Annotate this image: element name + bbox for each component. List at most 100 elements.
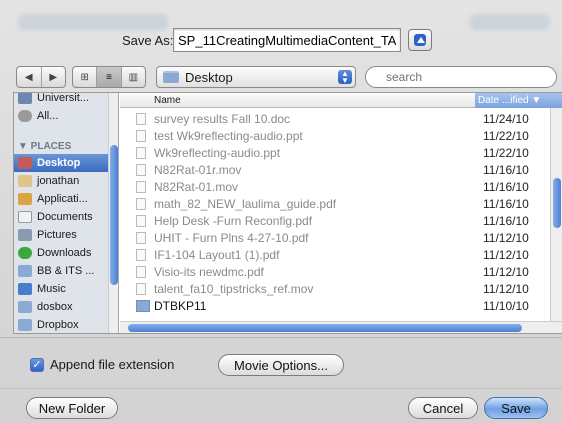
filename-input[interactable] <box>173 28 401 52</box>
popup-arrows-icon: ▲ ▼ <box>338 70 352 85</box>
folder-icon <box>18 319 32 331</box>
file-name: Visio-its newdmc.pdf <box>154 265 264 279</box>
document-icon <box>136 198 146 210</box>
sidebar-item-music[interactable]: Music <box>14 280 118 298</box>
file-name: Wk9reflecting-audio.ppt <box>154 146 281 160</box>
disclosure-up-icon <box>417 37 425 43</box>
file-list-vertical-scrollbar[interactable] <box>550 108 562 321</box>
save-as-label: Save As: <box>122 33 174 48</box>
back-arrow-icon: ◀ <box>24 71 33 83</box>
file-row[interactable]: UHIT - Furn Plns 4-27-10.pdf 11/12/10 <box>120 230 550 246</box>
date-column-header[interactable]: Date ...ified ▼ <box>475 93 562 108</box>
location-label: Desktop <box>185 69 233 85</box>
vertical-scroll-thumb[interactable] <box>553 178 561 228</box>
save-button[interactable]: Save <box>484 397 548 419</box>
file-name: test Wk9reflecting-audio.ppt <box>154 129 303 143</box>
forward-button[interactable]: ▶ <box>42 67 66 87</box>
append-extension-option[interactable]: ✓ Append file extension <box>30 357 174 372</box>
file-row[interactable]: survey results Fall 10.doc 11/24/10 <box>120 111 550 127</box>
sidebar-item-dosbox[interactable]: dosbox <box>14 298 118 316</box>
file-row[interactable]: talent_fa10_tipstricks_ref.mov 11/12/10 <box>120 281 550 297</box>
sidebar-item-bb-its[interactable]: BB & ITS ... <box>14 262 118 280</box>
document-icon <box>136 215 146 227</box>
file-date: 11/12/10 <box>483 265 529 279</box>
pictures-icon <box>18 229 32 241</box>
movie-options-button[interactable]: Movie Options... <box>218 354 344 376</box>
icon-view-icon: ⊞ <box>80 71 89 83</box>
expand-dialog-button[interactable] <box>408 29 432 51</box>
file-browser: Universit... All... ▼ PLACES Desktop jon… <box>13 92 562 334</box>
applications-icon <box>18 193 32 205</box>
places-header: ▼ PLACES <box>18 141 72 152</box>
file-name: N82Rat-01r.mov <box>154 163 242 177</box>
folder-icon <box>18 301 32 313</box>
document-icon <box>136 130 146 142</box>
cancel-button[interactable]: Cancel <box>408 397 478 419</box>
sidebar-item-label: Universit... <box>37 93 89 104</box>
file-row[interactable]: Help Desk -Furn Reconfig.pdf 11/16/10 <box>120 213 550 229</box>
sidebar-item-label: Dropbox <box>37 319 79 331</box>
sidebar-item-label: Applicati... <box>37 193 88 205</box>
list-view-icon: ≡ <box>106 71 112 83</box>
name-column-header[interactable]: Name <box>154 95 181 106</box>
file-name: Help Desk -Furn Reconfig.pdf <box>154 214 313 228</box>
desktop-icon <box>18 157 32 169</box>
sidebar-item-jonathan[interactable]: jonathan <box>14 172 118 190</box>
list-view-button[interactable]: ≡ <box>97 67 122 87</box>
sidebar-item-pictures[interactable]: Pictures <box>14 226 118 244</box>
sidebar-item-dropbox[interactable]: Dropbox <box>14 316 118 333</box>
file-row[interactable]: N82Rat-01r.mov 11/16/10 <box>120 162 550 178</box>
icon-view-button[interactable]: ⊞ <box>73 67 98 87</box>
document-icon <box>136 181 146 193</box>
sidebar-item-downloads[interactable]: Downloads <box>14 244 118 262</box>
divider <box>0 388 562 389</box>
folder-icon <box>18 265 32 277</box>
sidebar-item-university[interactable]: Universit... <box>14 93 118 107</box>
file-name: N82Rat-01.mov <box>154 180 239 194</box>
new-folder-button[interactable]: New Folder <box>26 397 118 419</box>
sidebar-item-applications[interactable]: Applicati... <box>14 190 118 208</box>
sidebar-item-label: Documents <box>37 211 93 223</box>
sidebar-item-label: jonathan <box>37 175 80 187</box>
file-name: IF1-104 Layout1 (1).pdf <box>154 248 280 262</box>
document-icon <box>136 232 146 244</box>
forward-arrow-icon: ▶ <box>49 71 58 83</box>
sidebar-scroll-thumb[interactable] <box>110 145 118 285</box>
home-icon <box>18 175 32 187</box>
documents-icon <box>18 211 32 223</box>
network-icon <box>18 93 32 104</box>
search-input[interactable] <box>365 66 557 88</box>
sidebar-item-desktop[interactable]: Desktop <box>14 154 118 172</box>
file-row[interactable]: Wk9reflecting-audio.ppt 11/22/10 <box>120 145 550 161</box>
file-row[interactable]: test Wk9reflecting-audio.ppt 11/22/10 <box>120 128 550 144</box>
file-row[interactable]: N82Rat-01.mov 11/16/10 <box>120 179 550 195</box>
sidebar-scrollbar[interactable] <box>108 93 118 333</box>
folder-icon <box>163 71 179 83</box>
sidebar-item-documents[interactable]: Documents <box>14 208 118 226</box>
toolbar: ◀ ▶ ⊞ ≡ ▥ Desktop ▲▼ Q <box>0 66 562 90</box>
column-header: Name Date ...ified ▼ <box>120 93 562 108</box>
column-view-button[interactable]: ▥ <box>122 67 145 87</box>
folder-row[interactable]: DTBKP11 11/10/10 <box>120 298 550 314</box>
file-row[interactable]: IF1-104 Layout1 (1).pdf 11/12/10 <box>120 247 550 263</box>
sort-descending-icon: ▼ <box>531 95 542 106</box>
save-dialog: Save As: ◀ ▶ ⊞ ≡ ▥ Desktop ▲▼ Q Universi… <box>0 0 562 423</box>
append-extension-checkbox[interactable]: ✓ <box>30 357 44 372</box>
sidebar-item-all[interactable]: All... <box>14 107 118 125</box>
music-icon <box>18 283 32 295</box>
file-name: DTBKP11 <box>154 299 207 313</box>
document-icon <box>136 266 146 278</box>
sidebar-item-label: dosbox <box>37 301 73 313</box>
file-row[interactable]: Visio-its newdmc.pdf 11/12/10 <box>120 264 550 280</box>
back-button[interactable]: ◀ <box>17 67 42 87</box>
file-date: 11/10/10 <box>483 299 529 313</box>
file-name: math_82_NEW_laulima_guide.pdf <box>154 197 337 211</box>
file-date: 11/16/10 <box>483 163 529 177</box>
file-date: 11/16/10 <box>483 197 529 211</box>
file-date: 11/22/10 <box>483 129 529 143</box>
file-row[interactable]: math_82_NEW_laulima_guide.pdf 11/16/10 <box>120 196 550 212</box>
horizontal-scroll-thumb[interactable] <box>128 324 522 332</box>
file-list-horizontal-scrollbar[interactable] <box>120 321 562 333</box>
file-date: 11/22/10 <box>483 146 529 160</box>
location-popup[interactable]: Desktop ▲ ▼ <box>156 66 356 88</box>
